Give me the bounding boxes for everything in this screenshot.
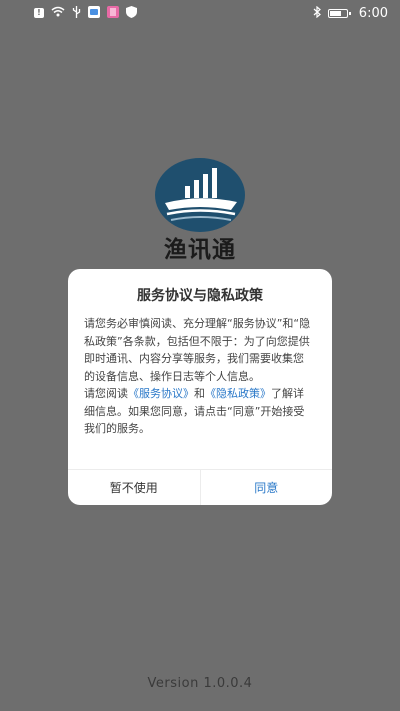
alert-icon: ! (34, 8, 44, 18)
decline-button[interactable]: 暂不使用 (68, 470, 201, 505)
dialog-paragraph-2: 请您阅读《服务协议》和《隐私政策》了解详细信息。如果您同意，请点击“同意”开始接… (84, 385, 314, 438)
privacy-dialog: 服务协议与隐私政策 请您务必审慎阅读、充分理解“服务协议”和“隐私政策”各条款，… (68, 269, 332, 505)
app-icon-pink (107, 5, 119, 21)
status-bar: ! 6:00 (0, 0, 400, 26)
status-time: 6:00 (358, 5, 388, 21)
dialog-paragraph-1: 请您务必审慎阅读、充分理解“服务协议”和“隐私政策”各条款，包括但不限于：为了向… (84, 317, 311, 383)
dialog-title: 服务协议与隐私政策 (137, 288, 263, 304)
app-name: 渔讯通 (164, 237, 236, 263)
bluetooth-icon (313, 5, 321, 21)
service-agreement-link[interactable]: 《服务协议》 (128, 387, 194, 400)
app-icon-blue (88, 5, 100, 21)
shield-icon (126, 5, 137, 21)
version-label: Version 1.0.0.4 (147, 676, 253, 691)
battery-icon (327, 8, 351, 18)
status-right-icons: 6:00 (313, 5, 388, 21)
ship-signal-logo-icon (165, 168, 237, 221)
and-text: 和 (194, 387, 205, 400)
dialog-body: 请您务必审慎阅读、充分理解“服务协议”和“隐私政策”各条款，包括但不限于：为了向… (84, 315, 314, 438)
usb-icon (72, 5, 81, 21)
privacy-policy-link[interactable]: 《隐私政策》 (205, 387, 271, 400)
app-logo (155, 158, 245, 232)
read-prefix: 请您阅读 (84, 387, 128, 400)
agree-button[interactable]: 同意 (201, 470, 333, 505)
status-left-icons: ! (34, 5, 137, 21)
wifi-icon (51, 6, 65, 20)
dialog-footer: 暂不使用 同意 (68, 469, 332, 505)
